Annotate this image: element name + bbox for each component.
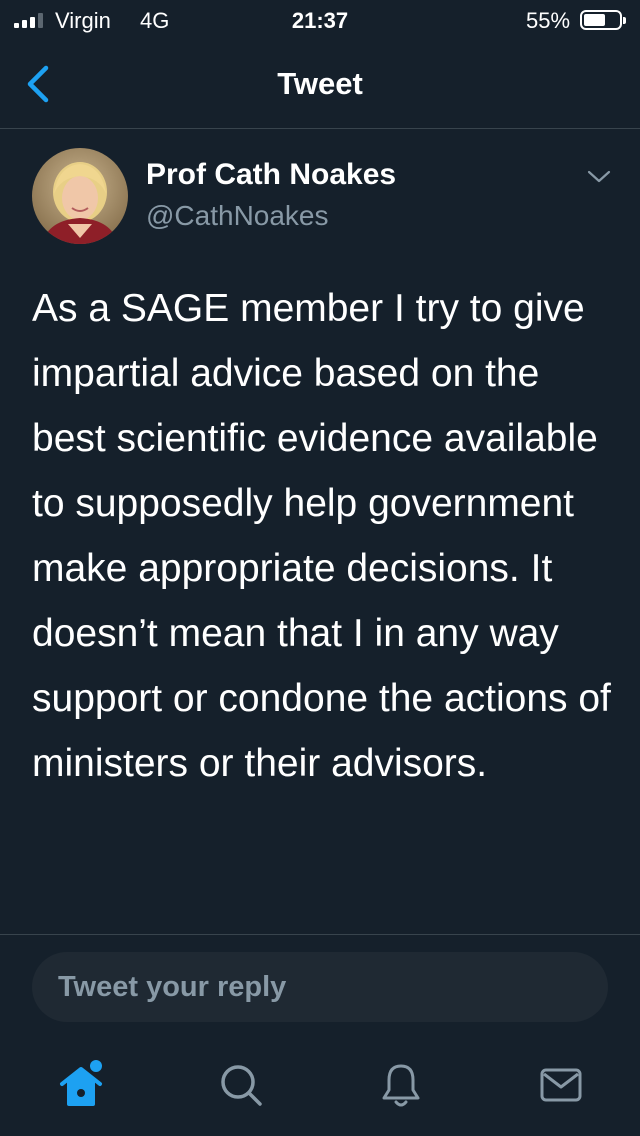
mail-icon	[540, 1068, 582, 1102]
divider	[0, 934, 640, 935]
avatar[interactable]	[32, 148, 128, 244]
status-bar: Virgin 4G 21:37 55%	[0, 0, 640, 40]
tab-search[interactable]	[216, 1060, 266, 1110]
nav-bar: Tweet	[0, 40, 640, 129]
reply-input[interactable]	[32, 952, 608, 1022]
tab-notifications[interactable]	[376, 1060, 426, 1110]
bell-icon	[382, 1064, 420, 1107]
author-handle[interactable]: @CathNoakes	[146, 200, 329, 232]
tab-bar	[0, 1040, 640, 1136]
tab-home[interactable]	[56, 1060, 106, 1110]
author-name[interactable]: Prof Cath Noakes	[146, 158, 396, 192]
tweet-text: As a SAGE member I try to give impartial…	[32, 287, 611, 785]
search-icon	[221, 1065, 262, 1106]
battery-percent: 55%	[526, 8, 571, 33]
battery-icon	[580, 10, 626, 30]
page-title: Tweet	[277, 66, 363, 101]
tweet-detail-screen: Virgin 4G 21:37 55% Tweet Prof Cath Noak…	[0, 0, 640, 1136]
home-icon	[60, 1060, 102, 1106]
tab-messages[interactable]	[536, 1060, 586, 1110]
avatar-photo	[32, 148, 128, 244]
chevron-down-icon	[587, 170, 611, 183]
tweet-options-button[interactable]	[586, 166, 612, 186]
